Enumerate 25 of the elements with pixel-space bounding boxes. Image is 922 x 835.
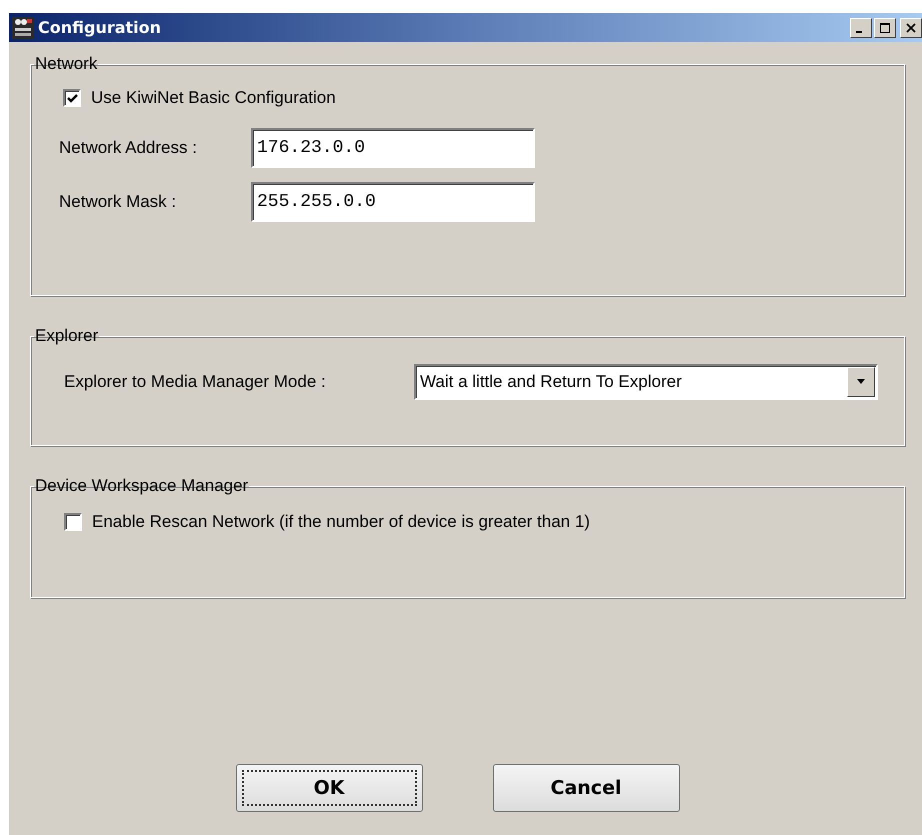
dropdown-arrow-icon bbox=[856, 379, 866, 385]
close-icon bbox=[906, 22, 916, 32]
field-label: Network Mask : bbox=[59, 192, 178, 212]
ok-button[interactable]: OK bbox=[236, 764, 422, 812]
input-field[interactable]: 176.23.0.0 bbox=[251, 128, 535, 168]
maximize-icon bbox=[880, 22, 890, 32]
field-label: Explorer to Media Manager Mode : bbox=[64, 372, 327, 392]
app-icon bbox=[12, 16, 34, 38]
checkbox[interactable] bbox=[63, 89, 81, 107]
group-title: Device Workspace Manager bbox=[34, 476, 250, 496]
group-title: Network bbox=[34, 54, 98, 74]
minimize-icon bbox=[856, 30, 862, 32]
field-label: Network Address : bbox=[59, 138, 198, 158]
close-button[interactable] bbox=[900, 18, 922, 38]
check-icon bbox=[66, 92, 78, 104]
cancel-button[interactable]: Cancel bbox=[492, 764, 680, 812]
checkbox-label: Use KiwiNet Basic Configuration bbox=[91, 88, 336, 108]
group-title: Explorer bbox=[34, 326, 100, 346]
minimize-button[interactable] bbox=[850, 18, 872, 38]
checkbox-label: Enable Rescan Network (if the number of device is greater than 1) bbox=[92, 512, 590, 532]
window-title: Configuration bbox=[38, 18, 162, 37]
input-field[interactable]: 255.255.0.0 bbox=[251, 182, 535, 222]
maximize-button[interactable] bbox=[874, 18, 896, 38]
checkbox[interactable] bbox=[64, 513, 82, 531]
dropdown[interactable]: Wait a little and Return To Explorer bbox=[414, 364, 878, 400]
